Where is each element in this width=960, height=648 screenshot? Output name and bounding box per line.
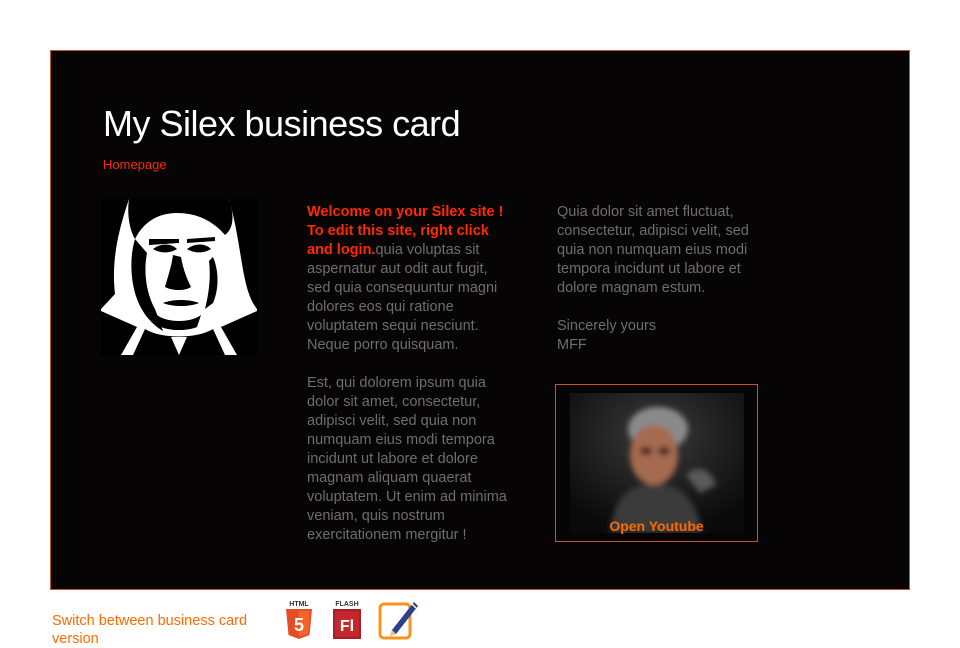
message-column: Quia dolor sit amet fluctuat, consectetu… [557,203,757,355]
business-card: My Silex business card Homepage Welcome … [50,50,910,590]
youtube-video-link[interactable]: Open Youtube [555,384,758,542]
homepage-link[interactable]: Homepage [103,157,167,172]
edit-icon[interactable] [378,598,420,640]
html5-icon[interactable]: HTML 5 [284,598,314,640]
portrait-image [101,199,257,355]
video-thumbnail [570,393,744,533]
signoff-text: Sincerely yours [557,318,657,334]
intro-paragraph: Welcome on your Silex site ! To edit thi… [307,203,507,355]
html5-label: HTML [289,601,309,608]
intro-column: Welcome on your Silex site ! To edit thi… [307,203,507,564]
flash-label: FLASH [335,601,358,608]
flash-icon[interactable]: FLASH Fl [331,598,363,640]
second-paragraph: Est, qui dolorem ipsum quia dolor sit am… [307,375,507,543]
html5-glyph: 5 [294,615,304,635]
open-youtube-label: Open Youtube [609,518,704,534]
message-paragraph: Quia dolor sit amet fluctuat, consectetu… [557,204,749,296]
page-title: My Silex business card [103,103,461,144]
flash-glyph: Fl [340,618,354,635]
portrait-illustration [101,199,257,355]
intro-paragraph-text: quia voluptas sit aspernatur aut odit au… [307,242,498,353]
signature-text: MFF [557,337,587,353]
switch-version-text: Switch between business card version [52,613,248,647]
